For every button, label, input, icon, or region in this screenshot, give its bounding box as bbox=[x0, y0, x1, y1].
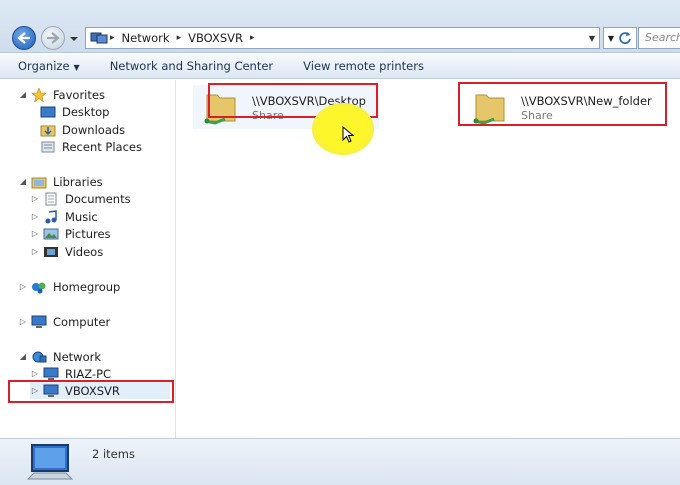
expand-arrow-icon[interactable]: ▷ bbox=[30, 247, 40, 256]
chevron-down-icon bbox=[70, 37, 78, 41]
file-list: \\VBOXSVR\Desktop Share \\VBOXSVR\New_fo… bbox=[177, 80, 680, 438]
refresh-button[interactable]: ▼ bbox=[603, 27, 637, 49]
breadcrumb-vboxsvr[interactable]: VBOXSVR bbox=[183, 31, 248, 45]
pictures-icon bbox=[43, 228, 59, 239]
back-button[interactable] bbox=[12, 26, 36, 50]
highlight-box bbox=[458, 82, 667, 126]
item-count: 2 items bbox=[92, 447, 135, 461]
nav-homegroup[interactable]: ▷ Homegroup bbox=[18, 278, 120, 295]
network-icon bbox=[32, 351, 47, 362]
address-bar-area: ▸ Network ▸ VBOXSVR ▸ ▼ ▼ Search bbox=[0, 0, 680, 53]
nav-label: Libraries bbox=[53, 174, 103, 189]
mouse-cursor-icon bbox=[342, 126, 355, 143]
nav-downloads[interactable]: Downloads bbox=[40, 121, 125, 138]
nav-favorites[interactable]: ◢ Favorites bbox=[18, 86, 105, 103]
organize-menu[interactable]: Organize ▼ bbox=[18, 59, 80, 73]
breadcrumb-separator: ▸ bbox=[110, 33, 115, 43]
view-remote-printers-button[interactable]: View remote printers bbox=[303, 59, 424, 73]
nav-music[interactable]: ▷ Music bbox=[30, 208, 98, 225]
arrow-right-icon bbox=[47, 32, 60, 44]
nav-label: Recent Places bbox=[62, 139, 142, 154]
nav-label: Homegroup bbox=[53, 279, 121, 294]
refresh-icon bbox=[619, 32, 631, 44]
nav-label: Documents bbox=[65, 191, 131, 206]
nav-libraries[interactable]: ◢ Libraries bbox=[18, 173, 103, 190]
star-icon bbox=[31, 87, 47, 102]
address-dropdown-icon[interactable]: ▼ bbox=[589, 34, 595, 43]
address-history-icon[interactable]: ▼ bbox=[608, 34, 614, 43]
expand-arrow-icon[interactable]: ▷ bbox=[30, 194, 40, 203]
collapse-arrow-icon[interactable]: ◢ bbox=[18, 352, 28, 361]
recent-pages-button[interactable] bbox=[69, 33, 79, 43]
organize-label: Organize bbox=[18, 59, 70, 73]
nav-label: Videos bbox=[65, 244, 104, 259]
navigation-pane: ◢ Favorites Desktop Downloads Recent Pla… bbox=[0, 80, 176, 438]
videos-icon bbox=[44, 246, 58, 257]
collapse-arrow-icon[interactable]: ◢ bbox=[18, 90, 28, 99]
details-pane: 2 items bbox=[0, 438, 680, 485]
breadcrumb-separator[interactable]: ▸ bbox=[248, 33, 257, 43]
libraries-icon bbox=[31, 177, 47, 188]
documents-icon bbox=[45, 192, 57, 205]
highlight-box bbox=[8, 380, 174, 403]
network-sharing-center-button[interactable]: Network and Sharing Center bbox=[110, 59, 273, 73]
nav-label: Desktop bbox=[62, 104, 110, 119]
nav-label: Network bbox=[53, 349, 102, 364]
nav-desktop[interactable]: Desktop bbox=[40, 103, 109, 120]
expand-arrow-icon[interactable]: ▷ bbox=[18, 317, 28, 326]
breadcrumb-network[interactable]: Network bbox=[117, 31, 175, 45]
desktop-icon bbox=[40, 106, 56, 117]
nav-computer[interactable]: ▷ Computer bbox=[18, 313, 110, 330]
homegroup-icon bbox=[32, 282, 46, 293]
expand-arrow-icon[interactable]: ▷ bbox=[30, 229, 40, 238]
nav-network[interactable]: ◢ Network bbox=[18, 348, 101, 365]
search-input[interactable]: Search bbox=[638, 27, 680, 49]
expand-arrow-icon[interactable]: ▷ bbox=[30, 212, 40, 221]
collapse-arrow-icon[interactable]: ◢ bbox=[18, 177, 28, 186]
nav-recent-places[interactable]: Recent Places bbox=[40, 138, 142, 155]
nav-label: Music bbox=[65, 209, 98, 224]
nav-label: Computer bbox=[53, 314, 111, 329]
nav-label: Pictures bbox=[65, 226, 111, 241]
nav-pictures[interactable]: ▷ Pictures bbox=[30, 225, 111, 242]
nav-documents[interactable]: ▷ Documents bbox=[30, 190, 131, 207]
chevron-down-icon: ▼ bbox=[73, 63, 80, 72]
computer-icon bbox=[31, 315, 47, 328]
expand-arrow-icon[interactable]: ▷ bbox=[18, 282, 28, 291]
nav-label: RIAZ-PC bbox=[65, 366, 112, 381]
nav-label: Favorites bbox=[53, 87, 105, 102]
music-icon bbox=[45, 209, 57, 223]
network-location-icon bbox=[90, 32, 108, 44]
breadcrumb-separator[interactable]: ▸ bbox=[175, 33, 184, 43]
network-computer-large-icon bbox=[26, 444, 74, 480]
command-bar: Organize ▼ Network and Sharing Center Vie… bbox=[0, 54, 680, 79]
recent-places-icon bbox=[41, 141, 55, 152]
expand-arrow-icon[interactable]: ▷ bbox=[30, 369, 40, 378]
nav-label: Downloads bbox=[62, 122, 126, 137]
forward-button[interactable] bbox=[41, 26, 65, 50]
address-input[interactable]: ▸ Network ▸ VBOXSVR ▸ ▼ bbox=[85, 27, 600, 49]
nav-videos[interactable]: ▷ Videos bbox=[30, 243, 103, 260]
downloads-folder-icon bbox=[40, 125, 56, 136]
arrow-left-icon bbox=[17, 32, 30, 44]
network-computer-icon bbox=[43, 367, 59, 380]
